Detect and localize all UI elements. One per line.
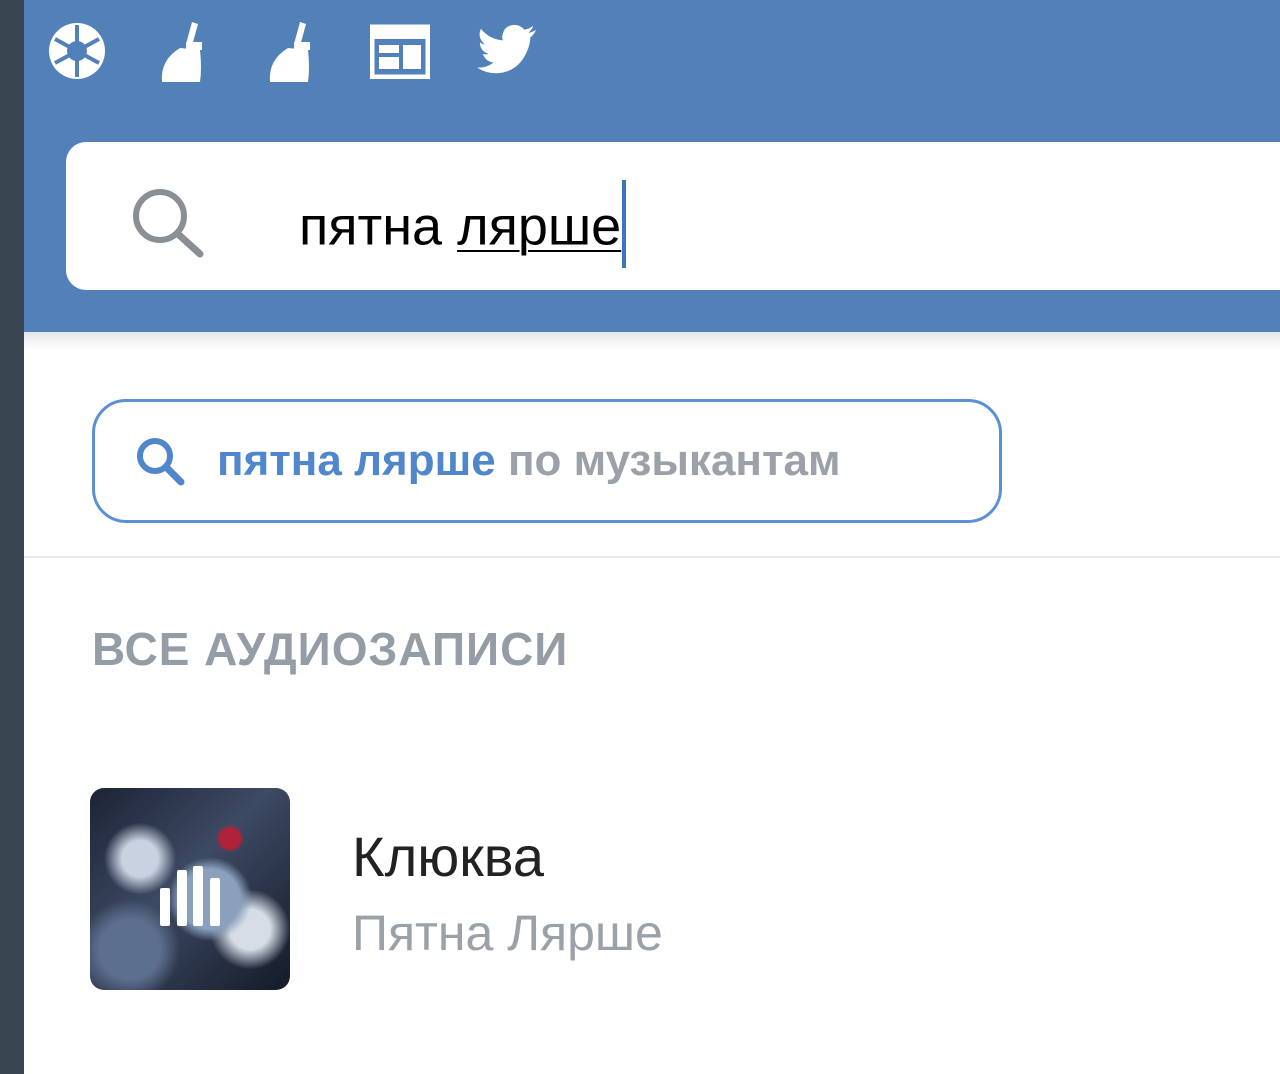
divider — [24, 556, 1280, 558]
window-left-edge — [0, 0, 24, 1074]
suggestion-label: пятна лярше по музыкантам — [217, 436, 841, 486]
search-icon — [133, 189, 204, 258]
track-artist[interactable]: Пятна Лярше — [352, 904, 663, 962]
header-shadow — [24, 332, 1280, 350]
toolbar — [24, 0, 1280, 105]
broom-icon[interactable] — [152, 20, 214, 82]
twitter-icon[interactable] — [476, 20, 538, 82]
search-by-musicians-button[interactable]: пятна лярше по музыкантам — [92, 399, 1002, 523]
search-box[interactable] — [66, 142, 1280, 290]
audio-track-item[interactable]: Клюква Пятна Лярше — [90, 788, 1190, 992]
search-icon — [137, 438, 185, 486]
search-input[interactable]: пятна лярше — [299, 180, 627, 274]
section-title: ВСЕ АУДИОЗАПИСИ — [92, 623, 569, 675]
app-window: пятна лярше пятна лярше по музыкантам ВС… — [24, 0, 1280, 1074]
camera-shutter-icon[interactable] — [46, 20, 108, 82]
search-query-plain: пятна — [299, 196, 458, 257]
search-query-composing: лярше — [457, 196, 622, 257]
track-title: Клюква — [352, 825, 545, 888]
calendar-icon[interactable] — [369, 20, 431, 82]
suggestion-query: пятна лярше — [217, 436, 496, 485]
equalizer-icon — [160, 866, 220, 926]
album-cover[interactable] — [90, 788, 290, 990]
text-caret — [622, 180, 627, 268]
broom-icon[interactable] — [260, 20, 322, 82]
suggestion-suffix: по музыкантам — [495, 436, 841, 485]
header-bar — [24, 0, 1280, 332]
